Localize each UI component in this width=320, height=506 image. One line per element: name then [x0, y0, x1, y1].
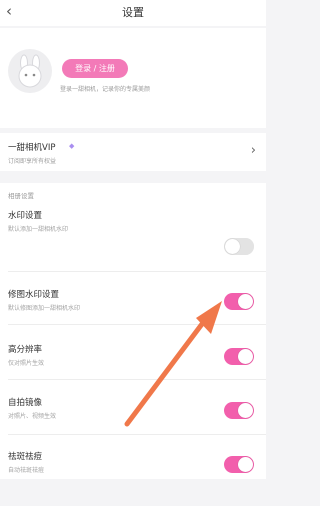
setting-title: 高分辨率 — [8, 345, 43, 355]
setting-title: 水印设置 — [8, 211, 43, 221]
setting-subtitle: 仅对照片生效 — [8, 360, 45, 367]
avatar[interactable] — [8, 49, 52, 93]
setting-subtitle: 默认添加一甜相机水印 — [8, 226, 69, 233]
divider — [8, 434, 266, 435]
toggle-knob — [238, 403, 253, 418]
toggle-knob — [238, 294, 253, 309]
page-title: 设置 — [122, 6, 144, 19]
selfie-mirror-toggle[interactable] — [224, 402, 254, 419]
profile-subtitle: 登录一甜相机，记录你的专属美颜 — [60, 86, 151, 93]
diamond-icon: ◆ — [69, 142, 75, 150]
toggle-knob — [238, 349, 253, 364]
edit-watermark-toggle[interactable] — [224, 293, 254, 310]
setting-subtitle: 默认修图添加一甜相机水印 — [8, 305, 81, 312]
setting-title: 祛斑祛痘 — [8, 452, 43, 462]
toggle-knob — [225, 239, 240, 254]
blemish-removal-toggle[interactable] — [224, 456, 254, 473]
setting-title: 修图水印设置 — [8, 290, 60, 300]
profile-card: 登录 / 注册 登录一甜相机，记录你的专属美颜 — [0, 28, 266, 128]
camera-settings-section: 相册设置 水印设置 默认添加一甜相机水印 修图水印设置 默认修图添加一甜相机水印… — [0, 183, 266, 479]
vip-subtitle: 订阅即享所有权益 — [8, 158, 57, 165]
login-register-button[interactable]: 登录 / 注册 — [62, 59, 128, 78]
high-resolution-toggle[interactable] — [224, 348, 254, 365]
vip-title: 一甜相机VIP — [8, 143, 56, 153]
chevron-right-icon: › — [250, 143, 256, 158]
toggle-knob — [238, 457, 253, 472]
watermark-toggle[interactable] — [224, 238, 254, 255]
setting-title: 自拍镜像 — [8, 398, 43, 408]
rabbit-avatar-icon — [18, 54, 42, 88]
setting-subtitle: 自动祛斑祛痘 — [8, 467, 45, 474]
setting-row-watermark: 水印设置 默认添加一甜相机水印 — [0, 209, 266, 265]
setting-subtitle: 对照片、视频生效 — [8, 413, 57, 420]
divider — [8, 271, 266, 272]
vip-row[interactable]: 一甜相机VIP ◆ 订阅即享所有权益 › — [0, 133, 266, 171]
section-label: 相册设置 — [8, 192, 34, 200]
divider — [8, 379, 266, 380]
divider — [8, 324, 266, 325]
header-bar: ‹ 设置 — [0, 0, 266, 26]
